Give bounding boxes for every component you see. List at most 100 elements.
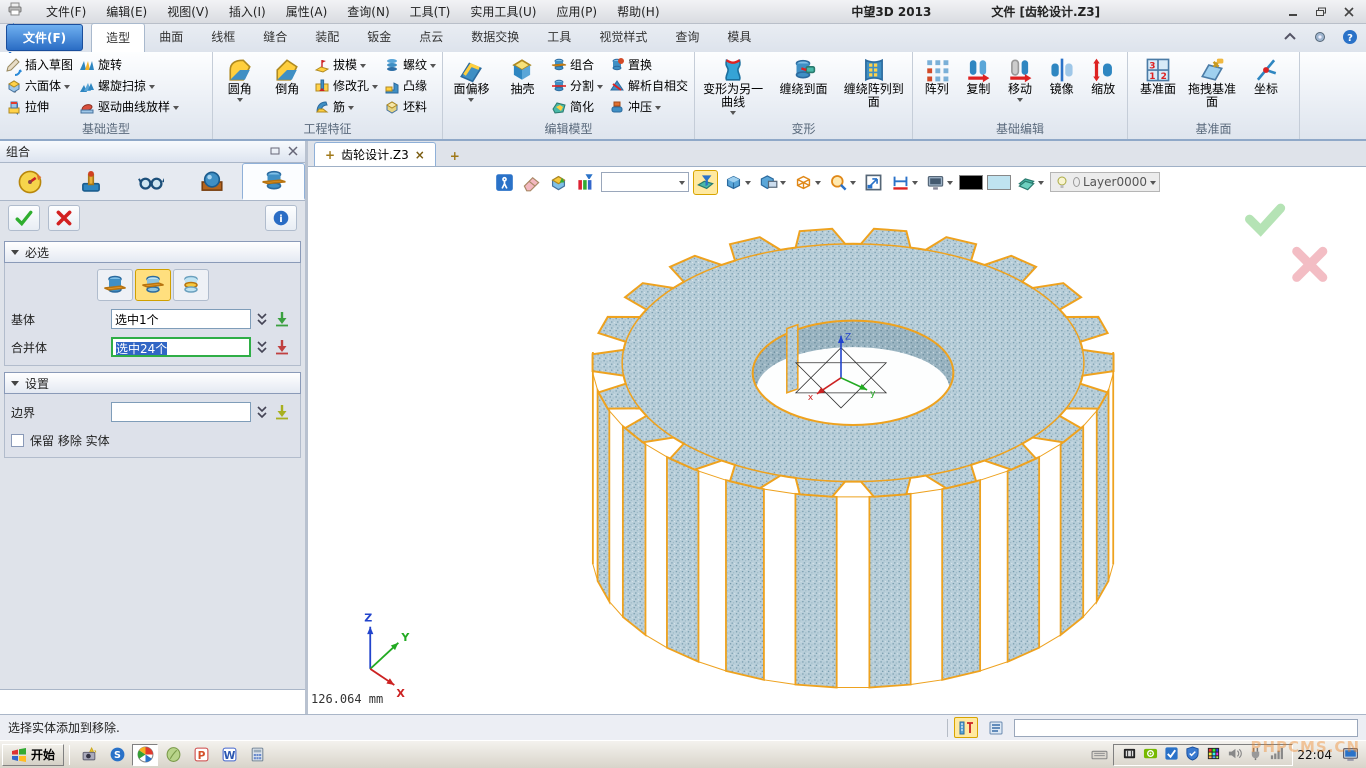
keep-remove-checkbox[interactable] xyxy=(11,434,24,447)
ribbon-button[interactable]: 插入草图 xyxy=(4,54,75,75)
zoom-button[interactable] xyxy=(827,171,858,194)
color-filter-button[interactable] xyxy=(574,171,597,194)
dropdown-arrow-icon[interactable] xyxy=(815,181,821,185)
gear-model[interactable] xyxy=(593,229,1114,688)
ribbon-button[interactable]: 修改孔 xyxy=(312,75,380,96)
customize-button[interactable] xyxy=(1312,29,1328,48)
notes-taskbar-button[interactable] xyxy=(160,744,186,766)
ribbon-button[interactable]: 坐标 xyxy=(1240,54,1292,96)
panel-close-icon[interactable] xyxy=(287,145,299,159)
media-player-tray-icon[interactable] xyxy=(1122,746,1137,764)
menu-inquire[interactable]: 查询(N) xyxy=(337,1,399,22)
ghost-ok-mark[interactable] xyxy=(1250,208,1281,230)
file-menu-button[interactable]: 文件(F) xyxy=(6,24,83,51)
ribbon-button[interactable]: 六面体 xyxy=(4,75,75,96)
dropdown-arrow-icon[interactable] xyxy=(912,181,918,185)
color-swatch[interactable] xyxy=(987,175,1011,190)
security-shield-tray-icon[interactable] xyxy=(1185,746,1200,764)
shaded-cube-button[interactable] xyxy=(722,171,753,194)
dropdown-arrow-icon[interactable] xyxy=(237,98,243,102)
ribbon-button[interactable]: 解析自相交 xyxy=(607,75,690,96)
menu-edit[interactable]: 编辑(E) xyxy=(96,1,157,22)
ribbon-tab-[interactable]: 查询 xyxy=(661,23,713,52)
bool-add-button[interactable] xyxy=(97,269,133,301)
menu-insert[interactable]: 插入(I) xyxy=(219,1,276,22)
fit-window-button[interactable] xyxy=(862,171,885,194)
dropdown-arrow-icon[interactable] xyxy=(360,64,366,68)
bool-intersect-button[interactable] xyxy=(173,269,209,301)
dropdown-arrow-icon[interactable] xyxy=(149,85,155,89)
required-section-header[interactable]: 必选 xyxy=(4,241,301,263)
dropdown-arrow-icon[interactable] xyxy=(1038,181,1044,185)
ribbon-tab-[interactable]: 线框 xyxy=(197,23,249,52)
ribbon-button[interactable]: 面偏移 xyxy=(447,54,496,102)
dropdown-arrow-icon[interactable] xyxy=(780,181,786,185)
menu-applications[interactable]: 应用(P) xyxy=(547,1,608,22)
menu-help[interactable]: 帮助(H) xyxy=(607,1,669,22)
ribbon-button[interactable]: 驱动曲线放样 xyxy=(77,96,181,117)
pick-from-list-green-icon[interactable] xyxy=(273,310,291,328)
ribbon-button[interactable]: 倒角 xyxy=(264,54,309,96)
layer-combo[interactable]: Layer0000 xyxy=(1050,172,1160,192)
calculator-taskbar-button[interactable] xyxy=(244,744,270,766)
screen-capture-taskbar-button[interactable] xyxy=(76,744,102,766)
menu-utilities[interactable]: 实用工具(U) xyxy=(460,1,546,22)
dropdown-arrow-icon[interactable] xyxy=(173,106,179,110)
base-field-input[interactable]: 选中1个 xyxy=(111,309,251,329)
dropdown-arrow-icon[interactable] xyxy=(1150,181,1156,185)
ribbon-button[interactable]: 螺纹 xyxy=(382,54,438,75)
ribbon-button[interactable]: 冲压 xyxy=(607,96,690,117)
ribbon-button[interactable]: 螺旋扫掠 xyxy=(77,75,181,96)
ribbon-tab-[interactable]: 缝合 xyxy=(249,23,301,52)
view-mode-button[interactable] xyxy=(757,171,788,194)
powerpoint-taskbar-button[interactable]: P xyxy=(188,744,214,766)
dropdown-arrow-icon[interactable] xyxy=(745,181,751,185)
power-tray-icon[interactable] xyxy=(1248,746,1263,764)
dropdown-arrow-icon[interactable] xyxy=(468,98,474,102)
nvidia-tray-icon[interactable] xyxy=(1143,746,1158,764)
dropdown-arrow-icon[interactable] xyxy=(348,106,354,110)
panel-tab-shape-input[interactable] xyxy=(242,163,305,200)
start-button[interactable]: 开始 xyxy=(2,744,64,766)
face-style-button[interactable] xyxy=(1015,171,1046,194)
sync-check-tray-icon[interactable] xyxy=(1164,746,1179,764)
dropdown-arrow-icon[interactable] xyxy=(1017,98,1023,102)
menu-tools[interactable]: 工具(T) xyxy=(400,1,461,22)
show-hide-button[interactable] xyxy=(547,171,570,194)
ribbon-tab-[interactable]: 钣金 xyxy=(353,23,405,52)
selection-filter-combo[interactable] xyxy=(601,172,689,192)
ribbon-button[interactable]: 缩放 xyxy=(1083,54,1123,96)
ribbon-button[interactable]: 置换 xyxy=(607,54,690,75)
ribbon-button[interactable]: 镜像 xyxy=(1042,54,1082,96)
command-input[interactable] xyxy=(1014,719,1358,737)
color-swatch[interactable] xyxy=(959,175,983,190)
menu-view[interactable]: 视图(V) xyxy=(157,1,219,22)
dropdown-arrow-icon[interactable] xyxy=(64,85,70,89)
document-tab[interactable]: + 齿轮设计.Z3 × xyxy=(314,142,436,166)
ribbon-button[interactable]: 拖拽基准面 xyxy=(1186,54,1238,109)
eraser-button[interactable] xyxy=(520,171,543,194)
panel-tab-render-manager[interactable] xyxy=(182,163,243,200)
exit-input-button[interactable] xyxy=(493,171,516,194)
ribbon-button[interactable]: 筋 xyxy=(312,96,380,117)
panel-tab-visualize-manager[interactable] xyxy=(121,163,182,200)
ribbon-button[interactable]: 抽壳 xyxy=(498,54,547,96)
volume-tray-icon[interactable] xyxy=(1227,746,1242,764)
ribbon-button[interactable]: 简化 xyxy=(549,96,605,117)
expand-chevrons-icon[interactable] xyxy=(255,339,269,355)
output-toggle-button[interactable] xyxy=(954,717,978,738)
word-taskbar-button[interactable]: W xyxy=(216,744,242,766)
ribbon-button[interactable]: 阵列 xyxy=(917,54,957,96)
dropdown-arrow-icon[interactable] xyxy=(655,106,661,110)
merge-field-input[interactable]: 选中24个 xyxy=(111,337,251,357)
keyboard-layout-button[interactable] xyxy=(1086,744,1112,766)
ribbon-button[interactable]: 分割 xyxy=(549,75,605,96)
dropdown-arrow-icon[interactable] xyxy=(597,85,603,89)
expand-chevrons-icon[interactable] xyxy=(255,404,269,420)
pick-filter-button[interactable] xyxy=(693,170,718,195)
ribbon-tab-[interactable]: 模具 xyxy=(713,23,765,52)
ribbon-button[interactable]: 坯料 xyxy=(382,96,438,117)
ribbon-button[interactable]: 拔模 xyxy=(312,54,380,75)
wireframe-cube-button[interactable] xyxy=(792,171,823,194)
gear-model-canvas[interactable]: ZxyZYX xyxy=(308,167,1366,714)
